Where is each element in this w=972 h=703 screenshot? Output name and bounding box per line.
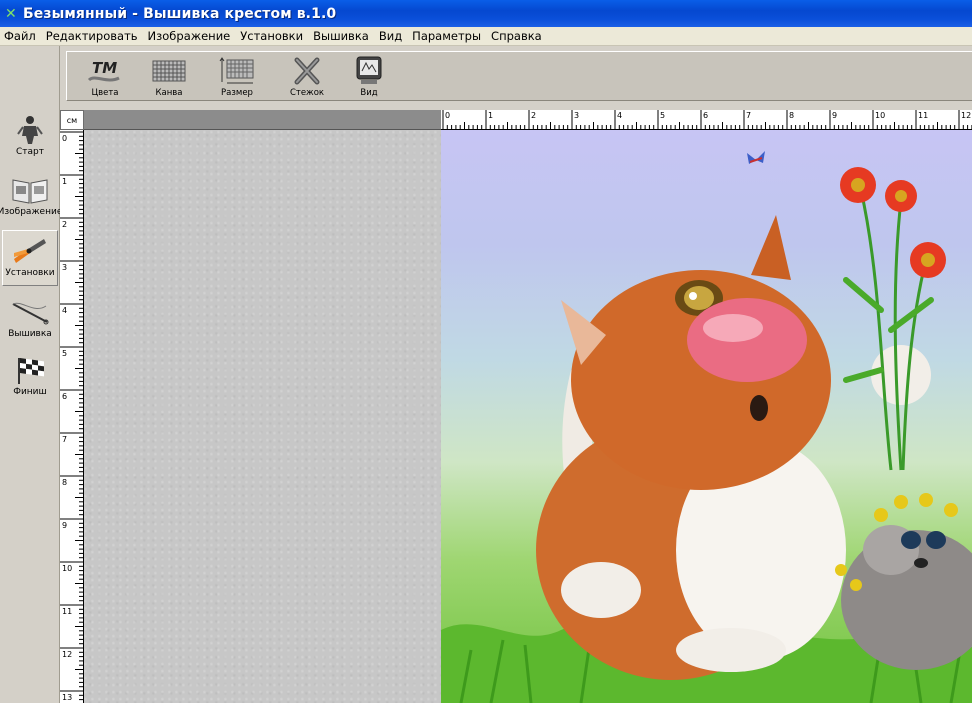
app-cross-icon: ✕ [5,5,17,22]
ruler-unit-label: см [60,110,84,130]
sidebar-start-button[interactable]: Старт [2,110,58,166]
menu-help[interactable]: Справка [486,27,547,46]
menu-file[interactable]: Файл [0,27,41,46]
flowers-decoration [840,167,946,471]
ruler-number: 11 [62,607,72,616]
stitch-icon [294,57,320,85]
ruler-number: 9 [62,521,67,530]
ruler-number: 1 [488,111,493,120]
finish-flag-icon [18,358,44,384]
ruler-number: 2 [531,111,536,120]
ruler-number: 11 [918,111,928,120]
menu-embroidery[interactable]: Вышивка [308,27,374,46]
ruler-number: 4 [617,111,622,120]
cat-picture-image [441,151,972,703]
ruler-number: 7 [62,435,67,444]
ruler-number: 2 [62,220,67,229]
sidebar-finish-button[interactable]: Финиш [2,350,58,406]
embroidery-picture[interactable] [441,130,972,703]
toolbar-size-button[interactable]: Размер [209,54,265,100]
sidebar-label: Вышивка [8,329,52,339]
sidebar-label: Изображение [0,207,63,217]
toolbar-view-button[interactable]: Вид [341,54,397,100]
ruler-top: 0 1 2 3 4 5 6 7 8 9 10 11 12 [441,110,972,130]
app-window: ✕ Безымянный - Вышивка крестом в.1.0 Фай… [0,0,972,703]
toolbar-area: TM Цвета Канва Размер Стежок Вид [60,46,972,106]
sidebar-image-button[interactable]: Изображение [0,170,62,226]
ruler-number: 12 [62,650,72,659]
menu-settings[interactable]: Установки [235,27,308,46]
ruler-number: 0 [445,111,450,120]
sidebar-label: Финиш [13,387,47,397]
ruler-number: 3 [574,111,579,120]
ruler-top-inactive [84,110,441,130]
ruler-number: 6 [62,392,67,401]
wizard-sidebar: Старт Изображение Установки Вышивка Фини… [0,46,62,703]
window-title: Безымянный - Вышивка крестом в.1.0 [23,5,337,22]
ruler-number: 5 [660,111,665,120]
ruler-number: 13 [62,693,72,702]
sidebar-label: Установки [5,268,55,278]
toolbar-colors-button[interactable]: TM Цвета [77,54,133,100]
toolbar-label: Цвета [91,88,119,98]
title-bar[interactable]: ✕ Безымянный - Вышивка крестом в.1.0 [0,0,972,27]
ruler-top-ticks: 0 1 2 3 4 5 6 7 8 9 10 11 12 [442,110,972,129]
menu-image[interactable]: Изображение [143,27,236,46]
ruler-number: 6 [703,111,708,120]
ruler-number: 7 [746,111,751,120]
start-figure-icon [17,116,43,144]
svg-text:TM: TM [92,59,117,77]
image-book-icon [12,179,48,204]
sidebar-settings-button[interactable]: Установки [2,230,58,286]
colors-tm-icon: TM [87,59,120,82]
toolbar: TM Цвета Канва Размер Стежок Вид [66,51,972,101]
embroidery-needle-icon [12,302,49,325]
toolbar-canvas-button[interactable]: Канва [141,54,197,100]
sidebar-embroidery-button[interactable]: Вышивка [2,292,58,348]
toolbar-stitch-button[interactable]: Стежок [279,54,335,100]
view-monitor-icon [356,56,382,84]
ruler-left-ticks: 012345678910111213 [60,131,83,702]
butterfly-decoration [747,151,765,164]
menu-bar: Файл Редактировать Изображение Установки… [0,27,972,46]
ruler-number: 1 [62,177,67,186]
menu-view[interactable]: Вид [374,27,407,46]
canvas-grid-icon [152,60,186,82]
ruler-number: 3 [62,263,67,272]
ruler-number: 10 [875,111,885,120]
toolbar-label: Вид [360,88,378,98]
ruler-left: 0 1 2 3 4 5 6 7 8 9 10 11 12 13 [60,130,84,703]
menu-parameters[interactable]: Параметры [407,27,486,46]
ruler-number: 8 [62,478,67,487]
toolbar-label: Канва [155,88,183,98]
toolbar-label: Стежок [289,88,325,98]
ruler-number: 0 [62,134,67,143]
toolbar-label: Размер [221,88,253,98]
ruler-number: 10 [62,564,72,573]
menu-edit[interactable]: Редактировать [41,27,143,46]
ruler-number: 12 [961,111,971,120]
canvas-empty-area[interactable] [84,130,441,703]
ruler-number: 9 [832,111,837,120]
ruler-number: 8 [789,111,794,120]
ruler-number: 4 [62,306,67,315]
ruler-number: 5 [62,349,67,358]
settings-pliers-icon [14,239,46,263]
sidebar-label: Старт [16,147,44,157]
size-icon [219,57,254,84]
